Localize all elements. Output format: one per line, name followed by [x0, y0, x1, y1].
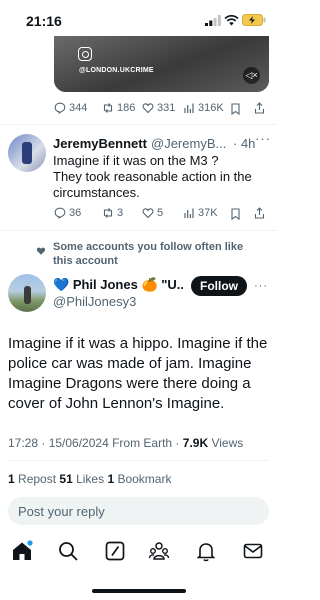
- heart-icon: [142, 103, 154, 114]
- communities-icon[interactable]: [148, 540, 170, 562]
- reply-author-name[interactable]: JeremyBennett: [53, 136, 147, 151]
- instagram-icon: [78, 47, 92, 61]
- like-count: 331: [157, 102, 176, 114]
- reply-text-line: Imagine if it was on the M3 ?: [53, 153, 219, 168]
- engagement-stats: 1 Repost 51 Likes 1 Bookmark: [8, 472, 171, 486]
- repost-icon: [103, 103, 113, 113]
- tweet-text-line: Imagine if it was a hippo. Imagine if th…: [8, 335, 268, 352]
- avatar[interactable]: [8, 134, 46, 172]
- social-context: Some accounts you follow often like this…: [53, 240, 258, 268]
- more-options-icon[interactable]: ···: [255, 131, 271, 146]
- tweet-metadata: 17:28 · 15/06/2024 From Earth · 7.9K Vie…: [8, 436, 243, 450]
- divider: [8, 460, 269, 461]
- views-button[interactable]: 37K: [183, 207, 218, 219]
- heart-icon: [142, 208, 154, 219]
- like-button[interactable]: 331: [142, 102, 175, 114]
- battery-icon: [242, 14, 266, 26]
- tweet-text-line: Imagine Dragons were there doing a: [8, 375, 251, 392]
- like-count: 5: [157, 207, 164, 219]
- reply-author-handle[interactable]: @JeremyB...: [151, 136, 233, 151]
- views-count: 7.9K: [182, 436, 209, 450]
- likes-stat[interactable]: 51 Likes: [59, 472, 107, 486]
- reply-text-line: circumstances.: [53, 185, 140, 200]
- views-icon: [184, 103, 194, 113]
- views-count: 316K: [198, 102, 224, 114]
- author-handle[interactable]: @PhilJonesy3: [53, 294, 136, 309]
- reply-icon: [54, 207, 66, 219]
- reply-button[interactable]: 344: [54, 102, 87, 114]
- author-name[interactable]: 💙 Phil Jones 🍊 "U...: [53, 277, 183, 293]
- reply-icon: [54, 102, 66, 114]
- reply-input[interactable]: [8, 497, 269, 525]
- home-indicator: [92, 589, 186, 593]
- social-context-line: this account: [53, 255, 118, 267]
- reply-action-bar: 36 3 5 37K: [54, 207, 269, 223]
- likes-stat-count: 51: [59, 472, 73, 486]
- video-watermark: @LONDON.UKCRIME: [79, 67, 154, 74]
- reply-count: 36: [69, 207, 82, 219]
- share-icon[interactable]: [254, 207, 265, 219]
- status-time: 21:16: [26, 13, 62, 29]
- tweet-text-line: police car was made of jam. Imagine: [8, 355, 252, 372]
- repost-icon: [103, 208, 113, 218]
- reply-text: Imagine if it was on the M3 ? They took …: [53, 153, 275, 201]
- views-count: 37K: [198, 207, 218, 219]
- grok-icon[interactable]: [104, 540, 126, 562]
- repost-count: 3: [117, 207, 124, 219]
- reply-count: 344: [69, 102, 88, 114]
- repost-stat-label: Repost: [14, 472, 60, 486]
- views-button[interactable]: 316K: [183, 102, 224, 114]
- repost-button[interactable]: 3: [102, 207, 123, 219]
- heart-icon: [36, 247, 46, 255]
- notifications-icon[interactable]: [195, 540, 217, 562]
- avatar[interactable]: [8, 274, 46, 312]
- mute-icon[interactable]: ◁×: [243, 67, 260, 84]
- reply-button[interactable]: 36: [54, 207, 81, 219]
- more-options-icon[interactable]: ···: [254, 280, 268, 292]
- repost-count: 186: [117, 102, 136, 114]
- repost-stat-count: 1: [8, 472, 15, 486]
- share-icon[interactable]: [254, 102, 265, 114]
- signal-icon: [205, 15, 221, 26]
- home-icon[interactable]: [11, 540, 33, 562]
- tweet-text-line: cover of John Lennon's Imagine.: [8, 395, 225, 412]
- views-icon: [184, 208, 194, 218]
- repost-stat[interactable]: 1 Repost: [8, 472, 59, 486]
- follow-button[interactable]: Follow: [191, 276, 247, 296]
- bottom-nav: [0, 538, 277, 568]
- repost-button[interactable]: 186: [102, 102, 135, 114]
- bookmark-stat-label: Bookmark: [114, 472, 172, 486]
- likes-stat-label: Likes: [72, 472, 108, 486]
- top-action-bar: 344 186 331 316K: [54, 102, 269, 118]
- views-label: Views: [208, 436, 244, 450]
- reply-time: · 4h: [233, 136, 256, 151]
- divider: [0, 124, 277, 125]
- video-frame: [54, 36, 269, 92]
- tweet-text: Imagine if it was a hippo. Imagine if th…: [8, 334, 273, 414]
- divider: [0, 230, 277, 231]
- bookmark-icon[interactable]: [230, 208, 241, 220]
- reply-composer[interactable]: [8, 497, 269, 525]
- status-bar: 21:16: [0, 0, 277, 40]
- reply-text-line: They took reasonable action in the: [53, 169, 252, 184]
- video-thumbnail[interactable]: @LONDON.UKCRIME ◁×: [54, 36, 269, 92]
- social-context-line: Some accounts you follow often like: [53, 241, 244, 253]
- messages-icon[interactable]: [242, 540, 264, 562]
- search-icon[interactable]: [57, 540, 79, 562]
- verified-heart-icon: 💙: [53, 277, 70, 292]
- author-name-text: Phil Jones 🍊 "U...: [72, 277, 183, 292]
- bookmark-stat[interactable]: 1 Bookmark: [107, 472, 171, 486]
- like-button[interactable]: 5: [142, 207, 163, 219]
- bookmark-icon[interactable]: [230, 103, 241, 115]
- tweet-timestamp: 17:28 · 15/06/2024 From Earth ·: [8, 436, 183, 450]
- wifi-icon: [224, 14, 239, 26]
